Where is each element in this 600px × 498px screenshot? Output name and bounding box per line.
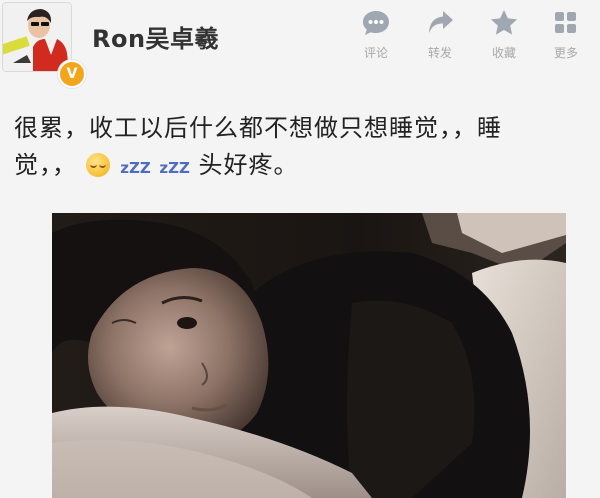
more-button[interactable]: 更多 bbox=[538, 8, 594, 68]
repost-label: 转发 bbox=[427, 46, 452, 60]
comment-icon bbox=[363, 11, 389, 35]
comment-label: 评论 bbox=[363, 46, 388, 60]
repost-icon bbox=[429, 11, 453, 33]
more-label: 更多 bbox=[553, 46, 578, 60]
username[interactable]: Ron吴卓羲 bbox=[92, 19, 219, 54]
action-bar: 评论 转发 收藏 更多 bbox=[340, 8, 600, 68]
repost-button[interactable]: 转发 bbox=[412, 8, 468, 68]
more-icon bbox=[555, 12, 576, 33]
sleepy-face-emoji-icon bbox=[85, 153, 110, 177]
post-text: 很累，收工以后什么都不想做只想睡觉，，睡 觉，， zZZ zZZ 头好疼。 bbox=[14, 110, 574, 187]
verified-badge: V bbox=[58, 60, 86, 88]
weibo-post: V Ron吴卓羲 评论 转发 收藏 更多 很累，收工以后什么都不想做只想睡觉，，… bbox=[0, 0, 600, 498]
favorite-button[interactable]: 收藏 bbox=[476, 8, 532, 68]
favorite-label: 收藏 bbox=[491, 46, 516, 60]
zzz-icon: zZZ bbox=[159, 159, 190, 177]
post-text-line-2: 觉，， zZZ zZZ 头好疼。 bbox=[14, 147, 574, 187]
star-icon bbox=[491, 10, 517, 35]
post-text-segment: 头好疼。 bbox=[198, 151, 299, 179]
post-photo[interactable] bbox=[52, 213, 566, 498]
post-text-line-1: 很累，收工以后什么都不想做只想睡觉，，睡 bbox=[14, 114, 502, 142]
zzz-icon: zZZ bbox=[120, 159, 151, 177]
post-text-segment: 觉，， bbox=[14, 151, 77, 179]
avatar[interactable] bbox=[2, 2, 72, 72]
comment-button[interactable]: 评论 bbox=[348, 8, 404, 68]
